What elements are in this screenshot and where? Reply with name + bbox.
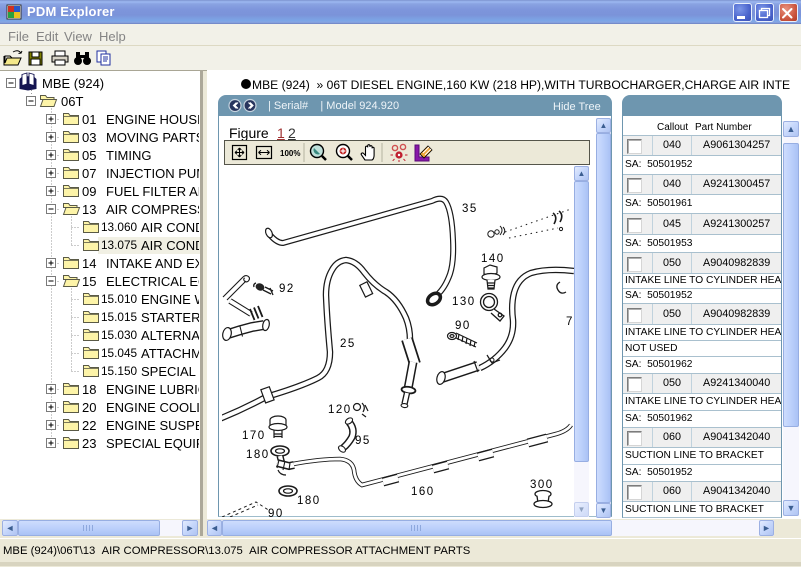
svg-text:300: 300 bbox=[530, 479, 554, 491]
svg-text:25: 25 bbox=[340, 338, 356, 350]
svg-text:120: 120 bbox=[328, 404, 352, 416]
svg-text:100%: 100% bbox=[280, 149, 300, 158]
svg-text:160: 160 bbox=[411, 486, 435, 498]
svg-text:130: 130 bbox=[452, 296, 476, 308]
svg-text:7: 7 bbox=[566, 316, 574, 328]
svg-text:92: 92 bbox=[279, 283, 295, 295]
svg-text:180: 180 bbox=[297, 495, 321, 507]
svg-text:90: 90 bbox=[455, 320, 471, 332]
svg-text:170: 170 bbox=[242, 430, 266, 442]
svg-text:95: 95 bbox=[355, 435, 371, 447]
svg-text:180: 180 bbox=[246, 449, 270, 461]
svg-text:35: 35 bbox=[462, 203, 478, 215]
svg-text:90: 90 bbox=[268, 508, 284, 517]
svg-text:140: 140 bbox=[481, 253, 505, 265]
